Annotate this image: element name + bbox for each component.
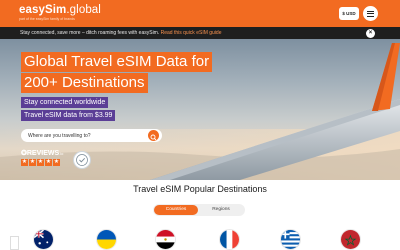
australia-flag[interactable] <box>33 229 54 250</box>
ukraine-flag[interactable] <box>96 229 117 250</box>
destination-flags <box>0 224 400 250</box>
reviews-brand: REVIEWS <box>26 150 60 157</box>
hero-banner: Global Travel eSIM Data for 200+ Destina… <box>0 39 400 180</box>
search-placeholder: Where are you travelling to? <box>28 132 91 139</box>
hamburger-icon[interactable] <box>363 6 378 21</box>
hero-title-line2: 200+ Destinations <box>21 73 148 93</box>
logo[interactable]: easySim.global <box>19 4 101 16</box>
reviews-suffix: .io <box>59 151 64 156</box>
egypt-flag[interactable] <box>155 229 176 250</box>
site-header: easySim.global part of the easySim famil… <box>0 0 400 27</box>
destination-search-input[interactable]: Where are you travelling to? <box>21 129 162 142</box>
notice-bar: Stay connected, save more – ditch roamin… <box>0 27 400 39</box>
star-icon <box>37 158 44 167</box>
currency-selector[interactable]: $ USD <box>339 7 359 20</box>
rating-stars <box>21 158 60 167</box>
greece-flag[interactable] <box>280 229 301 250</box>
star-icon <box>53 158 60 167</box>
hero-title-line1: Global Travel eSIM Data for <box>21 52 213 72</box>
notice-text: Stay connected, save more – ditch roamin… <box>20 30 222 36</box>
search-icon <box>150 134 157 141</box>
france-flag[interactable] <box>219 229 240 250</box>
notice-guide-link[interactable]: Read this quick eSIM guide <box>161 30 222 36</box>
popular-destinations-title: Travel eSIM Popular Destinations <box>133 184 267 194</box>
verified-badge-icon <box>73 151 91 169</box>
feedback-side-tab[interactable] <box>10 236 19 250</box>
tab-countries[interactable]: Countries <box>154 205 198 215</box>
star-icon <box>21 158 28 167</box>
tab-regions[interactable]: Regions <box>199 205 243 215</box>
close-icon[interactable]: × <box>366 29 375 38</box>
morocco-flag[interactable] <box>340 229 361 250</box>
hero-tag-worldwide: Stay connected worldwide <box>21 97 109 108</box>
destination-type-tabs: Countries Regions <box>153 204 245 216</box>
star-icon <box>29 158 36 167</box>
logo-tagline: part of the easySim family of brands <box>19 17 75 21</box>
logo-bold: easySim <box>19 4 67 16</box>
star-icon <box>45 158 52 167</box>
hero-tag-price: Travel eSIM data from $3.99 <box>21 110 116 121</box>
notice-message: Stay connected, save more – ditch roamin… <box>20 30 161 36</box>
reviews-logo: ✪REVIEWS.io <box>21 149 63 157</box>
logo-light: .global <box>66 4 101 16</box>
search-button[interactable] <box>148 130 159 141</box>
